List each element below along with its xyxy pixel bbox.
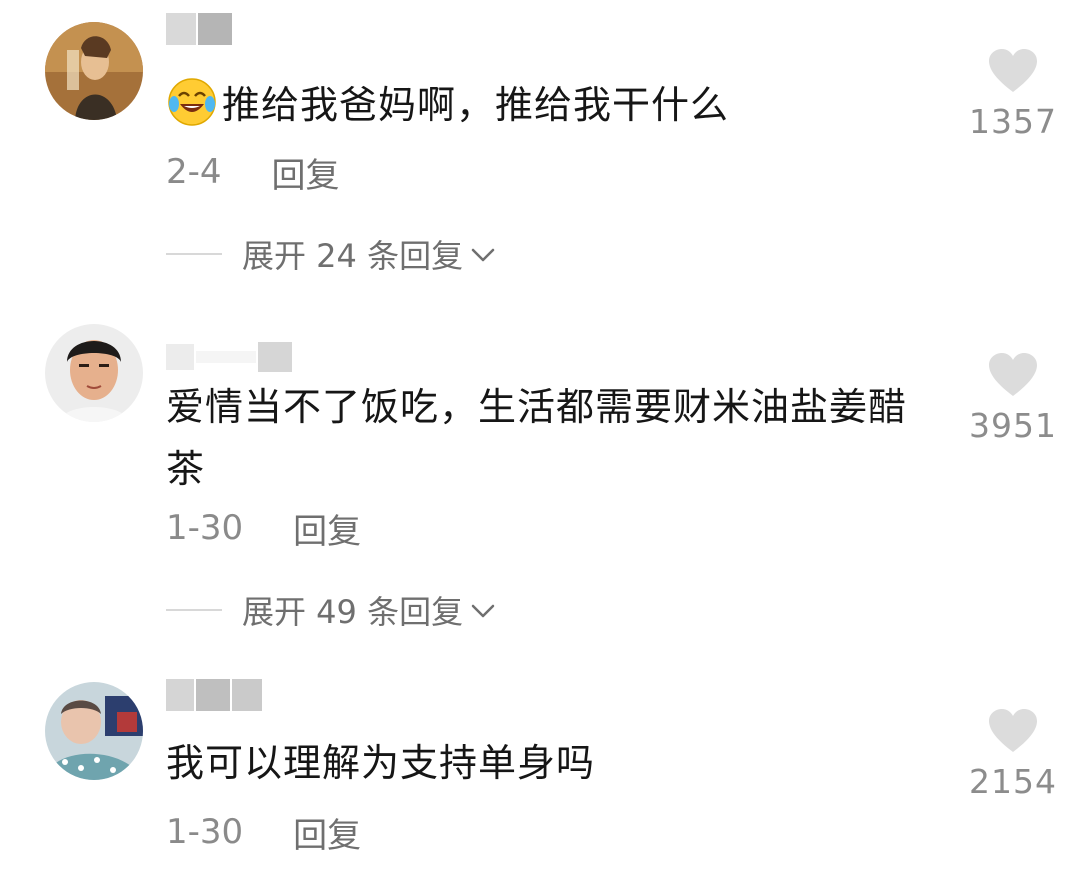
avatar[interactable] [45,324,143,422]
divider-line [166,253,222,255]
reply-button[interactable]: 回复 [272,148,340,197]
comment-date: 1-30 [166,508,244,548]
expand-replies-button[interactable]: 展开 24 条回复 [166,232,497,276]
comment-text-content: 推给我爸妈啊，推给我干什么 [222,83,730,127]
comment-text: 我可以理解为支持单身吗 [166,732,936,794]
chevron-down-icon [469,235,497,273]
like-button[interactable]: 3951 [958,352,1068,445]
comment-meta: 1-30 回复 [166,504,361,553]
heart-icon [989,49,1037,92]
username-redacted[interactable] [166,678,264,712]
comment-text: 推给我爸妈啊，推给我干什么 [166,74,936,136]
like-count: 1357 [969,102,1057,141]
comment-text-content: 我可以理解为支持单身吗 [166,741,596,785]
chevron-down-icon [469,591,497,629]
reply-button[interactable]: 回复 [293,504,361,553]
divider-line [166,609,222,611]
comment-date: 2-4 [166,152,222,192]
comment-date: 1-30 [166,812,244,852]
comment-meta: 1-30 回复 [166,808,361,857]
comment-item: 爱情当不了饭吃，生活都需要财米油盐姜醋茶 1-30 回复 展开 49 条回复 3… [0,300,1080,660]
crying-laughing-face-icon [166,76,218,128]
comment-item: 推给我爸妈啊，推给我干什么 2-4 回复 展开 24 条回复 1357 [0,0,1080,300]
comment-item: 我可以理解为支持单身吗 1-30 回复 2154 [0,660,1080,877]
like-count: 3951 [969,406,1057,445]
heart-icon [989,709,1037,752]
avatar[interactable] [45,682,143,780]
reply-button[interactable]: 回复 [293,808,361,857]
comment-meta: 2-4 回复 [166,148,340,197]
like-button[interactable]: 2154 [958,708,1068,801]
expand-replies-button[interactable]: 展开 49 条回复 [166,588,497,632]
comment-text: 爱情当不了饭吃，生活都需要财米油盐姜醋茶 [166,376,926,500]
like-count: 2154 [969,762,1057,801]
expand-replies-label: 展开 49 条回复 [242,593,464,631]
avatar[interactable] [45,22,143,120]
expand-replies-label: 展开 24 条回复 [242,237,464,275]
comment-text-content: 爱情当不了饭吃，生活都需要财米油盐姜醋茶 [166,385,908,491]
heart-icon [989,353,1037,396]
username-redacted[interactable] [166,340,294,374]
username-redacted[interactable] [166,12,234,46]
like-button[interactable]: 1357 [958,48,1068,141]
